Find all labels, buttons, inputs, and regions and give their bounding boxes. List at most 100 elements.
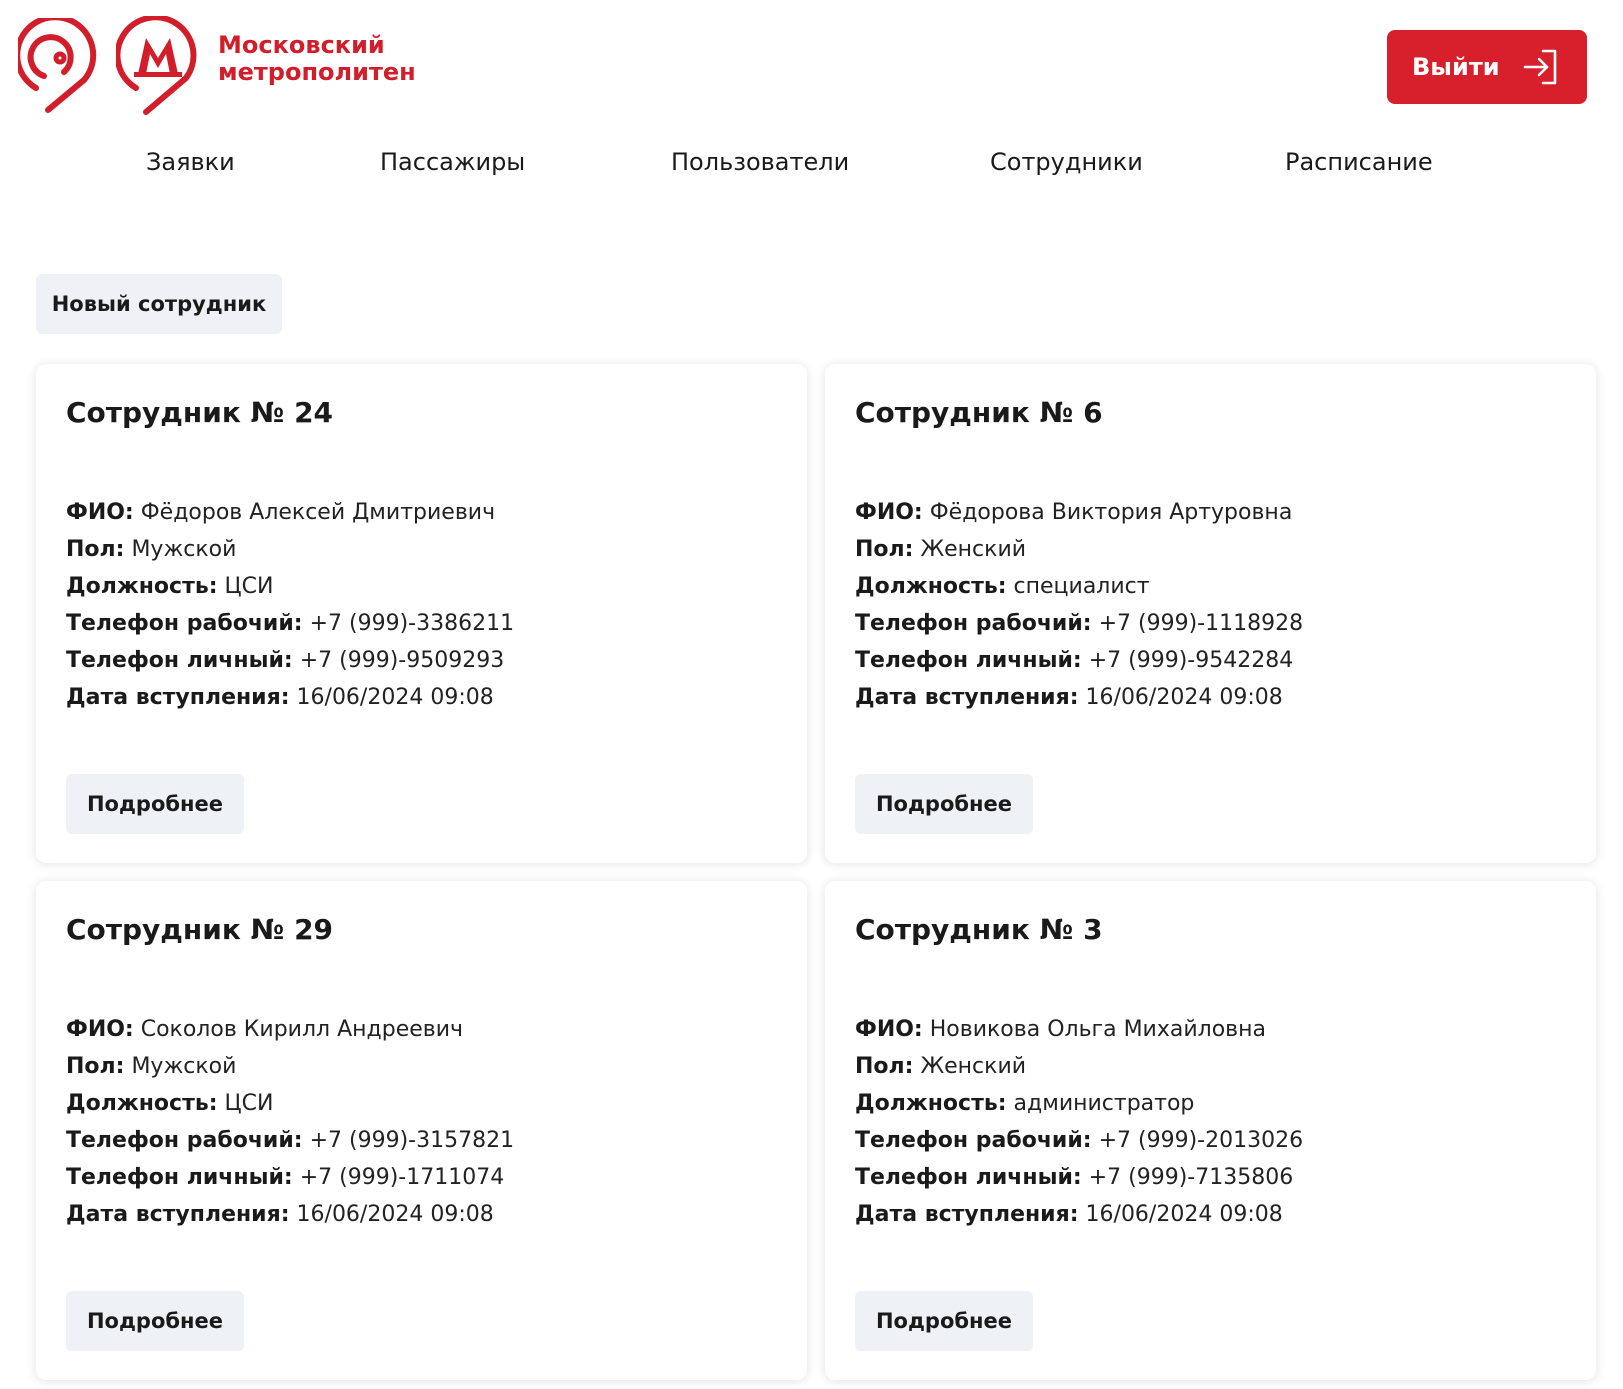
field-join-date: Дата вступления: 16/06/2024 09:08 — [66, 1196, 786, 1233]
field-join-date-label: Дата вступления: — [855, 1202, 1079, 1227]
field-position-value: ЦСИ — [224, 574, 274, 599]
field-phone-work: Телефон рабочий: +7 (999)-3386211 — [66, 605, 786, 642]
metro-logo[interactable]: Московский метрополитен — [18, 16, 416, 116]
field-fio-label: ФИО: — [66, 500, 134, 525]
new-employee-button[interactable]: Новый сотрудник — [36, 274, 282, 334]
field-gender: Пол: Женский — [855, 531, 1575, 568]
field-gender-label: Пол: — [855, 537, 914, 562]
field-phone-work: Телефон рабочий: +7 (999)-2013026 — [855, 1122, 1575, 1159]
employee-card-fields: ФИО: Новикова Ольга Михайловна Пол: Женс… — [855, 1011, 1575, 1233]
field-phone-personal-value: +7 (999)-7135806 — [1088, 1165, 1294, 1190]
nav-item-users[interactable]: Пользователи — [671, 148, 849, 176]
details-button[interactable]: Подробнее — [855, 1291, 1033, 1351]
field-join-date-value: 16/06/2024 09:08 — [1085, 685, 1283, 710]
employee-card-fields: ФИО: Соколов Кирилл Андреевич Пол: Мужск… — [66, 1011, 786, 1233]
field-phone-work: Телефон рабочий: +7 (999)-1118928 — [855, 605, 1575, 642]
field-phone-personal-label: Телефон личный: — [855, 1165, 1082, 1190]
field-phone-personal: Телефон личный: +7 (999)-9542284 — [855, 642, 1575, 679]
field-phone-work-value: +7 (999)-2013026 — [1098, 1128, 1304, 1153]
details-button[interactable]: Подробнее — [66, 774, 244, 834]
logout-arrow-icon — [1523, 49, 1557, 85]
field-position: Должность: специалист — [855, 568, 1575, 605]
main-nav: Заявки Пассажиры Пользователи Сотрудники… — [0, 140, 1623, 190]
field-gender-label: Пол: — [66, 537, 125, 562]
field-position-label: Должность: — [855, 574, 1007, 599]
field-join-date-label: Дата вступления: — [66, 1202, 290, 1227]
field-gender-value: Мужской — [131, 1054, 237, 1079]
brand-name-line1: Московский — [218, 31, 385, 59]
field-phone-work-value: +7 (999)-3386211 — [309, 611, 515, 636]
field-join-date-label: Дата вступления: — [66, 685, 290, 710]
field-gender: Пол: Женский — [855, 1048, 1575, 1085]
nav-item-schedule[interactable]: Расписание — [1285, 148, 1433, 176]
field-phone-work: Телефон рабочий: +7 (999)-3157821 — [66, 1122, 786, 1159]
employee-card: Сотрудник № 3 ФИО: Новикова Ольга Михайл… — [825, 881, 1596, 1380]
field-position-label: Должность: — [66, 574, 218, 599]
employee-card-fields: ФИО: Фёдорова Виктория Артуровна Пол: Же… — [855, 494, 1575, 716]
field-position-label: Должность: — [855, 1091, 1007, 1116]
field-join-date: Дата вступления: 16/06/2024 09:08 — [855, 1196, 1575, 1233]
field-fio-value: Новикова Ольга Михайловна — [929, 1017, 1266, 1042]
field-position: Должность: ЦСИ — [66, 568, 786, 605]
details-button[interactable]: Подробнее — [855, 774, 1033, 834]
nav-item-employees[interactable]: Сотрудники — [990, 148, 1143, 176]
field-fio-label: ФИО: — [855, 500, 923, 525]
employee-card-fields: ФИО: Фёдоров Алексей Дмитриевич Пол: Муж… — [66, 494, 786, 716]
field-gender-label: Пол: — [855, 1054, 914, 1079]
logout-button-label: Выйти — [1412, 53, 1500, 81]
employee-card-title: Сотрудник № 29 — [66, 913, 334, 946]
logout-button[interactable]: Выйти — [1387, 30, 1587, 104]
field-fio: ФИО: Новикова Ольга Михайловна — [855, 1011, 1575, 1048]
brand-name-line2: метрополитен — [218, 58, 416, 86]
header: Московский метрополитен Выйти — [0, 0, 1623, 130]
brand-name: Московский метрополитен — [218, 32, 416, 86]
field-phone-work-label: Телефон рабочий: — [66, 611, 303, 636]
field-fio-value: Фёдорова Виктория Артуровна — [929, 500, 1293, 525]
details-button[interactable]: Подробнее — [66, 1291, 244, 1351]
field-phone-work-label: Телефон рабочий: — [855, 611, 1092, 636]
field-fio-value: Фёдоров Алексей Дмитриевич — [140, 500, 496, 525]
field-phone-personal: Телефон личный: +7 (999)-9509293 — [66, 642, 786, 679]
field-phone-personal-label: Телефон личный: — [66, 648, 293, 673]
field-gender-value: Мужской — [131, 537, 237, 562]
field-phone-personal-label: Телефон личный: — [66, 1165, 293, 1190]
metro-m-logo-icon — [116, 16, 197, 115]
field-gender: Пол: Мужской — [66, 1048, 786, 1085]
field-join-date-value: 16/06/2024 09:08 — [296, 1202, 494, 1227]
field-gender-value: Женский — [920, 1054, 1027, 1079]
field-join-date: Дата вступления: 16/06/2024 09:08 — [855, 679, 1575, 716]
nav-item-passengers[interactable]: Пассажиры — [380, 148, 525, 176]
field-phone-personal: Телефон личный: +7 (999)-1711074 — [66, 1159, 786, 1196]
field-phone-work-label: Телефон рабочий: — [855, 1128, 1092, 1153]
field-fio-label: ФИО: — [66, 1017, 134, 1042]
field-fio: ФИО: Фёдорова Виктория Артуровна — [855, 494, 1575, 531]
nav-item-requests[interactable]: Заявки — [146, 148, 235, 176]
field-gender-value: Женский — [920, 537, 1027, 562]
field-fio: ФИО: Соколов Кирилл Андреевич — [66, 1011, 786, 1048]
field-phone-work-value: +7 (999)-1118928 — [1098, 611, 1304, 636]
field-fio-value: Соколов Кирилл Андреевич — [140, 1017, 464, 1042]
field-position-value: администратор — [1013, 1091, 1195, 1116]
field-fio-label: ФИО: — [855, 1017, 923, 1042]
field-phone-work-value: +7 (999)-3157821 — [309, 1128, 515, 1153]
employee-card-title: Сотрудник № 3 — [855, 913, 1103, 946]
field-gender-label: Пол: — [66, 1054, 125, 1079]
field-position-value: специалист — [1013, 574, 1150, 599]
employee-card: Сотрудник № 24 ФИО: Фёдоров Алексей Дмит… — [36, 364, 807, 863]
field-gender: Пол: Мужской — [66, 531, 786, 568]
employee-card: Сотрудник № 6 ФИО: Фёдорова Виктория Арт… — [825, 364, 1596, 863]
field-join-date-value: 16/06/2024 09:08 — [296, 685, 494, 710]
employee-card-title: Сотрудник № 6 — [855, 396, 1103, 429]
field-join-date: Дата вступления: 16/06/2024 09:08 — [66, 679, 786, 716]
field-phone-personal-label: Телефон личный: — [855, 648, 1082, 673]
metro-ring-logo-icon — [18, 18, 97, 113]
field-position: Должность: ЦСИ — [66, 1085, 786, 1122]
field-fio: ФИО: Фёдоров Алексей Дмитриевич — [66, 494, 786, 531]
employee-card: Сотрудник № 29 ФИО: Соколов Кирилл Андре… — [36, 881, 807, 1380]
field-phone-work-label: Телефон рабочий: — [66, 1128, 303, 1153]
field-join-date-label: Дата вступления: — [855, 685, 1079, 710]
field-phone-personal: Телефон личный: +7 (999)-7135806 — [855, 1159, 1575, 1196]
employee-card-title: Сотрудник № 24 — [66, 396, 334, 429]
field-position: Должность: администратор — [855, 1085, 1575, 1122]
field-phone-personal-value: +7 (999)-9509293 — [299, 648, 505, 673]
